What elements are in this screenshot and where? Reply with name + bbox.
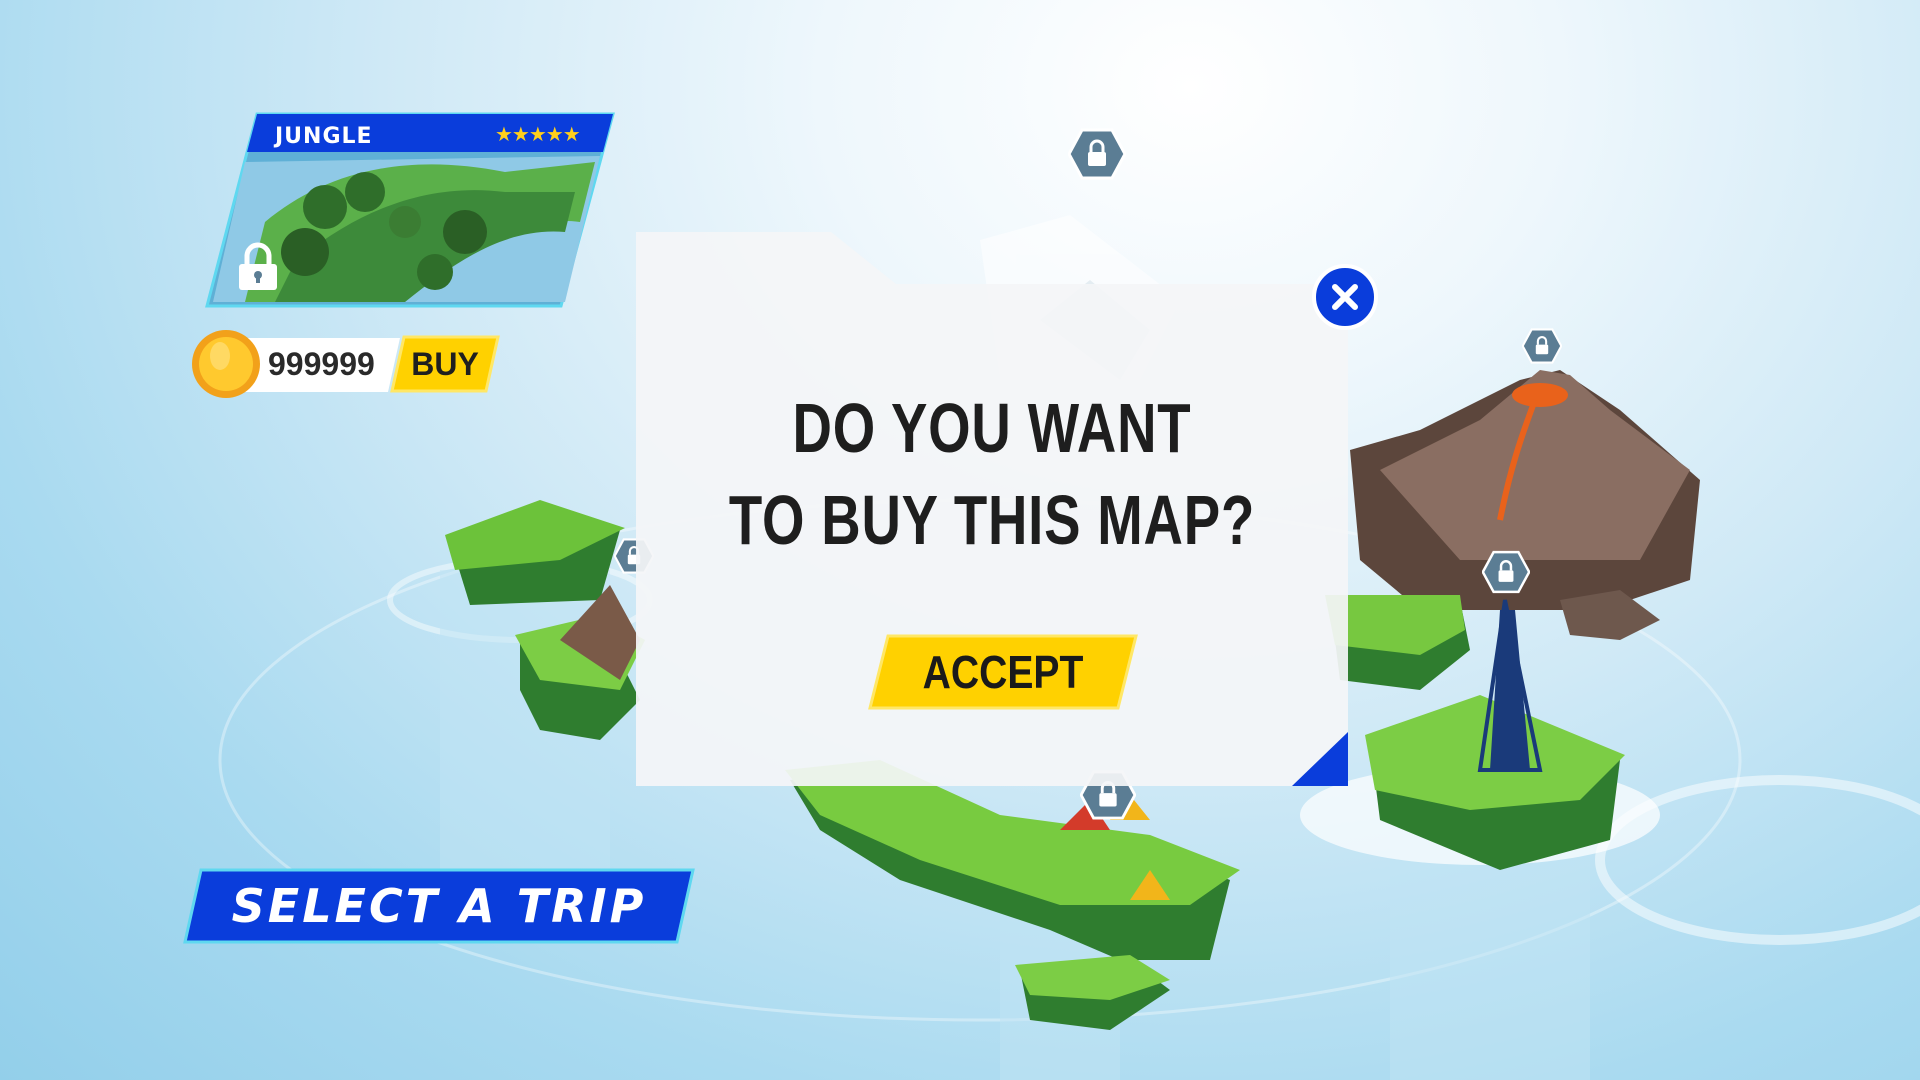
lock-icon[interactable]: [1068, 128, 1126, 180]
lock-icon[interactable]: [1482, 550, 1530, 594]
lock-icon[interactable]: [1522, 328, 1562, 364]
close-icon: [1332, 284, 1358, 310]
buy-map-dialog: DO YOU WANT TO BUY THIS MAP? ACCEPT: [636, 232, 1348, 786]
dialog-question: DO YOU WANT TO BUY THIS MAP?: [714, 382, 1269, 566]
coin-icon: [192, 330, 260, 398]
accept-button-label: ACCEPT: [922, 646, 1084, 698]
map-card-jungle[interactable]: JUNGLE ★★★★★: [205, 112, 615, 308]
accept-button[interactable]: ACCEPT: [868, 634, 1138, 710]
buy-button[interactable]: BUY: [390, 335, 500, 393]
lock-icon: [239, 242, 277, 290]
select-trip-banner[interactable]: SELECT A TRIP: [183, 868, 695, 944]
close-button[interactable]: [1312, 264, 1378, 330]
coin-wallet: 999999 BUY: [190, 330, 530, 400]
select-trip-label: SELECT A TRIP: [231, 879, 647, 933]
star-rating: ★★★★★: [495, 122, 581, 146]
map-title: JUNGLE: [275, 124, 373, 149]
buy-button-label: BUY: [411, 345, 479, 382]
dialog-question-line2: TO BUY THIS MAP?: [728, 481, 1256, 559]
dialog-question-line1: DO YOU WANT: [792, 389, 1192, 467]
coin-count: 999999: [268, 346, 375, 382]
